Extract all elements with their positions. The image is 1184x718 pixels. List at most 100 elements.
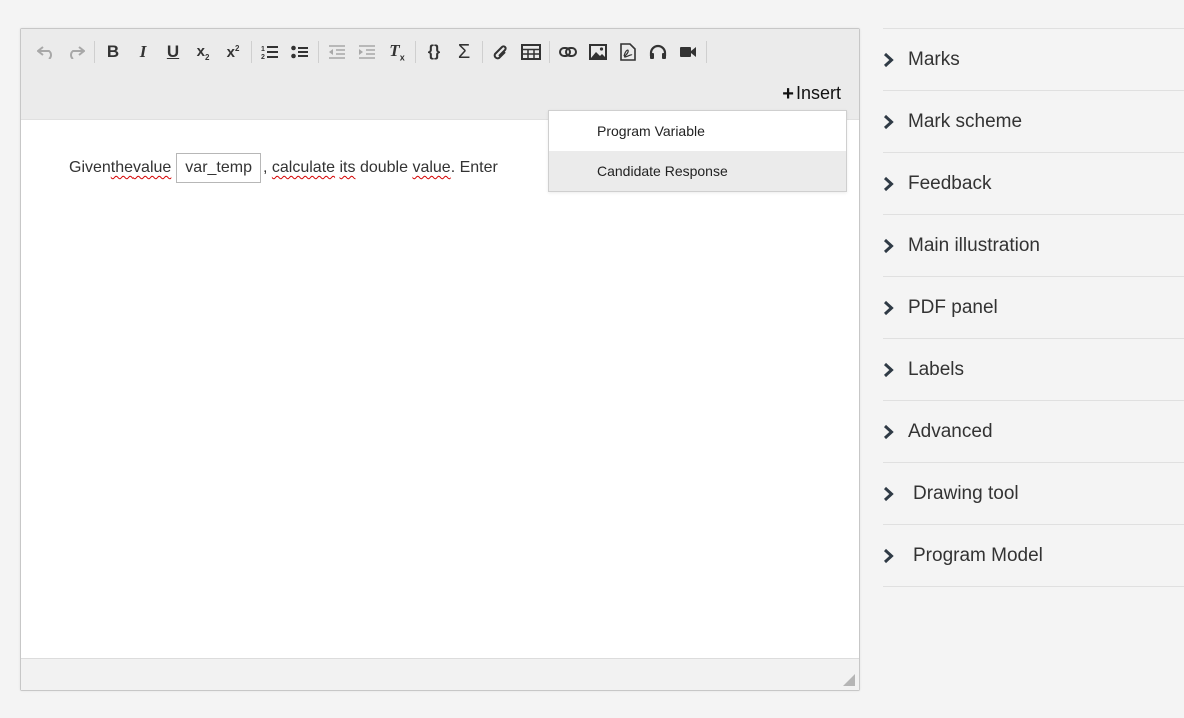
accordion-item-label: Drawing tool xyxy=(913,482,1019,504)
toolbar-separator xyxy=(482,41,483,63)
content-text: . Enter xyxy=(450,159,498,176)
misspelled-word: its xyxy=(339,159,356,176)
toolbar-buttons: B I Ux2 x2 1 2 Tx {} Σ xyxy=(31,39,710,65)
attachment-icon xyxy=(493,43,509,61)
content-text: Given xyxy=(69,159,111,176)
content-text: double xyxy=(355,159,413,176)
chevron-right-icon xyxy=(883,486,907,502)
clear-format-icon: Tx xyxy=(389,41,405,63)
insert-menu-item-label: Candidate Response xyxy=(597,163,728,179)
toolbar-separator xyxy=(94,41,95,63)
bold-button[interactable]: B xyxy=(98,39,128,65)
accordion-item-program-model[interactable]: Program Model xyxy=(883,524,1184,587)
audio-icon xyxy=(649,44,667,60)
accordion-item-feedback[interactable]: Feedback xyxy=(883,152,1184,214)
misspelled-word: the xyxy=(110,159,134,176)
pdf-button[interactable] xyxy=(613,39,643,65)
indent-button[interactable] xyxy=(352,39,382,65)
accordion-item-label: Main illustration xyxy=(908,234,1040,256)
image-button[interactable] xyxy=(583,39,613,65)
editor-content[interactable]: Given the value var_temp , calculate its… xyxy=(69,153,498,183)
link-icon xyxy=(559,47,577,57)
accordion-item-label: Program Model xyxy=(913,544,1043,566)
chevron-right-icon xyxy=(883,238,907,254)
sigma-button[interactable]: Σ xyxy=(449,39,479,65)
insert-label: Insert xyxy=(795,83,841,103)
superscript-icon: x2 xyxy=(226,43,240,61)
bulleted-list-icon xyxy=(291,45,309,59)
image-icon xyxy=(589,44,607,60)
chevron-right-icon xyxy=(883,362,907,378)
redo-button[interactable] xyxy=(61,39,91,65)
misspelled-word: value xyxy=(133,159,172,176)
accordion-item-pdf-panel[interactable]: PDF panel xyxy=(883,276,1184,338)
toolbar-separator xyxy=(706,41,707,63)
outdent-button[interactable] xyxy=(322,39,352,65)
editor-status-bar xyxy=(21,658,859,690)
clear-format-button[interactable]: Tx xyxy=(382,39,412,65)
accordion-item-labels[interactable]: Labels xyxy=(883,338,1184,400)
underline-button[interactable]: U xyxy=(158,39,188,65)
accordion-item-drawing-tool[interactable]: Drawing tool xyxy=(883,462,1184,524)
plus-icon: + xyxy=(782,82,794,105)
content-text: , xyxy=(263,159,272,176)
settings-accordion: Marks Mark scheme Feedback Main illustratio… xyxy=(883,28,1184,587)
numbered-list-button[interactable]: 12 xyxy=(255,39,285,65)
italic-icon: I xyxy=(139,42,147,61)
video-button[interactable] xyxy=(673,39,703,65)
accordion-item-label: PDF panel xyxy=(908,296,998,318)
bulleted-list-button[interactable] xyxy=(285,39,315,65)
numbered-list-icon: 12 xyxy=(261,44,279,60)
accordion-item-label: Marks xyxy=(908,48,960,70)
chevron-right-icon xyxy=(883,424,907,440)
insert-button[interactable]: + Insert xyxy=(782,83,841,104)
outdent-icon xyxy=(328,44,346,60)
link-button[interactable] xyxy=(553,39,583,65)
page: B I Ux2 x2 1 2 Tx {} Σ + Insert Given the value … xyxy=(0,0,1184,718)
subscript-icon: x2 xyxy=(196,42,210,62)
pdf-icon xyxy=(620,43,636,61)
chevron-right-icon xyxy=(883,52,907,68)
accordion-item-mark-scheme[interactable]: Mark scheme xyxy=(883,90,1184,152)
resize-handle-icon[interactable] xyxy=(843,674,855,686)
toolbar-separator xyxy=(318,41,319,63)
svg-text:2: 2 xyxy=(261,54,265,60)
accordion-item-main-illustration[interactable]: Main illustration xyxy=(883,214,1184,276)
bold-icon: B xyxy=(106,42,120,61)
superscript-button[interactable]: x2 xyxy=(218,39,248,65)
toolbar-separator xyxy=(251,41,252,63)
chevron-right-icon xyxy=(883,548,907,564)
underline-icon: U xyxy=(166,42,180,61)
editor-toolbar: B I Ux2 x2 1 2 Tx {} Σ + Insert xyxy=(21,29,859,120)
toolbar-separator xyxy=(549,41,550,63)
chevron-right-icon xyxy=(883,176,907,192)
undo-button[interactable] xyxy=(31,39,61,65)
svg-text:1: 1 xyxy=(261,46,265,53)
accordion-item-label: Labels xyxy=(908,358,964,380)
italic-button[interactable]: I xyxy=(128,39,158,65)
misspelled-word: value xyxy=(412,159,451,176)
insert-dropdown-menu: Program Variable Candidate Response xyxy=(548,110,847,192)
subscript-button[interactable]: x2 xyxy=(188,39,218,65)
video-icon xyxy=(679,45,697,59)
accordion-item-advanced[interactable]: Advanced xyxy=(883,400,1184,462)
table-button[interactable] xyxy=(516,39,546,65)
chevron-right-icon xyxy=(883,114,907,130)
insert-menu-item[interactable]: Candidate Response xyxy=(549,151,846,191)
undo-icon xyxy=(37,45,55,59)
table-icon xyxy=(521,44,541,60)
indent-icon xyxy=(358,44,376,60)
audio-button[interactable] xyxy=(643,39,673,65)
misspelled-word: calculate xyxy=(271,159,336,176)
attachment-button[interactable] xyxy=(486,39,516,65)
redo-icon xyxy=(67,45,85,59)
insert-menu-item-label: Program Variable xyxy=(597,123,705,139)
chevron-right-icon xyxy=(883,300,907,316)
toolbar-separator xyxy=(415,41,416,63)
code-braces-button[interactable]: {} xyxy=(419,39,449,65)
insert-menu-item[interactable]: Program Variable xyxy=(549,111,846,151)
accordion-item-label: Mark scheme xyxy=(908,110,1023,132)
accordion-item-marks[interactable]: Marks xyxy=(883,28,1184,90)
sigma-icon: Σ xyxy=(457,40,471,63)
program-variable-chip[interactable]: var_temp xyxy=(176,153,261,183)
